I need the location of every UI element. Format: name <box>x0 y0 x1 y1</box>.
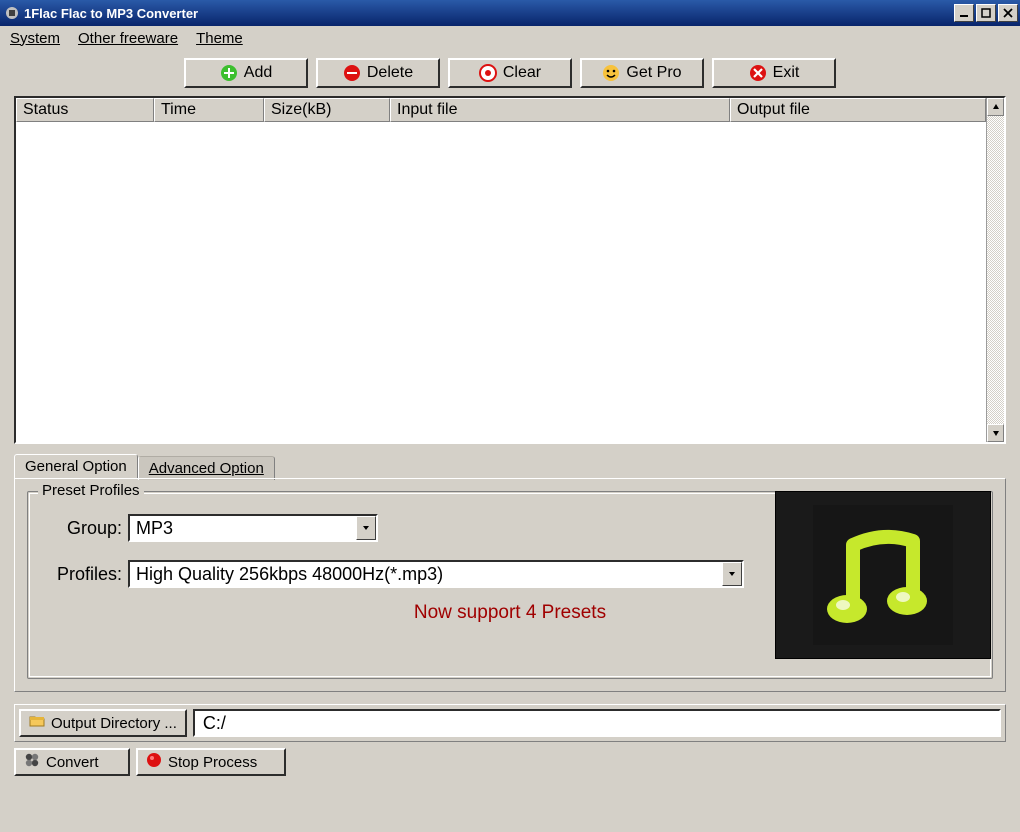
group-combo[interactable]: MP3 <box>128 514 378 542</box>
menu-other-freeware[interactable]: Other freeware <box>74 28 182 49</box>
table-header: Status Time Size(kB) Input file Output f… <box>16 98 986 122</box>
preset-profiles-legend: Preset Profiles <box>38 482 144 499</box>
output-path-input[interactable]: C:/ <box>193 709 1001 737</box>
tab-pane-general: Preset Profiles Group: MP3 Profiles: Hig… <box>14 478 1006 692</box>
delete-label: Delete <box>367 64 413 82</box>
menu-system[interactable]: System <box>6 28 64 49</box>
clear-label: Clear <box>503 64 541 82</box>
title-bar: 1Flac Flac to MP3 Converter <box>0 0 1020 26</box>
brand-logo <box>775 491 991 659</box>
scroll-up-button[interactable] <box>987 98 1004 116</box>
toolbar: Add Delete Clear Get Pro Exit <box>0 50 1020 96</box>
clear-icon <box>479 64 497 82</box>
stop-label: Stop Process <box>168 754 257 771</box>
window-controls <box>952 4 1020 22</box>
file-list: Status Time Size(kB) Input file Output f… <box>14 96 1006 444</box>
getpro-label: Get Pro <box>626 64 681 82</box>
window-title: 1Flac Flac to MP3 Converter <box>24 6 198 21</box>
profiles-combo[interactable]: High Quality 256kbps 48000Hz(*.mp3) <box>128 560 744 588</box>
convert-label: Convert <box>46 754 99 771</box>
col-size[interactable]: Size(kB) <box>264 98 390 122</box>
col-status[interactable]: Status <box>16 98 154 122</box>
add-label: Add <box>244 64 272 82</box>
stop-icon <box>146 752 162 772</box>
chevron-down-icon[interactable] <box>722 562 742 586</box>
stop-process-button[interactable]: Stop Process <box>136 748 286 776</box>
tab-general[interactable]: General Option <box>14 454 138 478</box>
add-icon <box>220 64 238 82</box>
group-value: MP3 <box>130 516 356 540</box>
maximize-button[interactable] <box>976 4 996 22</box>
clear-button[interactable]: Clear <box>448 58 572 88</box>
getpro-button[interactable]: Get Pro <box>580 58 704 88</box>
vertical-scrollbar[interactable] <box>986 98 1004 442</box>
close-button[interactable] <box>998 4 1018 22</box>
col-input[interactable]: Input file <box>390 98 730 122</box>
scroll-track[interactable] <box>987 116 1004 424</box>
getpro-icon <box>602 64 620 82</box>
exit-button[interactable]: Exit <box>712 58 836 88</box>
convert-icon <box>24 752 40 772</box>
folder-icon <box>29 714 45 732</box>
profiles-value: High Quality 256kbps 48000Hz(*.mp3) <box>130 562 722 586</box>
app-icon <box>4 5 20 21</box>
delete-button[interactable]: Delete <box>316 58 440 88</box>
delete-icon <box>343 64 361 82</box>
group-label: Group: <box>42 518 122 539</box>
scroll-down-button[interactable] <box>987 424 1004 442</box>
action-row: Convert Stop Process <box>14 748 1006 776</box>
convert-button[interactable]: Convert <box>14 748 130 776</box>
add-button[interactable]: Add <box>184 58 308 88</box>
options-area: General Option Advanced Option Preset Pr… <box>14 454 1006 692</box>
exit-icon <box>749 64 767 82</box>
profiles-label: Profiles: <box>42 564 122 585</box>
table-body[interactable] <box>16 122 986 442</box>
minimize-button[interactable] <box>954 4 974 22</box>
col-time[interactable]: Time <box>154 98 264 122</box>
col-output[interactable]: Output file <box>730 98 986 122</box>
tab-advanced[interactable]: Advanced Option <box>138 456 275 480</box>
output-row: Output Directory ... C:/ <box>14 704 1006 742</box>
chevron-down-icon[interactable] <box>356 516 376 540</box>
output-path-value: C:/ <box>203 713 226 734</box>
menu-theme[interactable]: Theme <box>192 28 247 49</box>
output-directory-label: Output Directory ... <box>51 715 177 732</box>
tabs: General Option Advanced Option <box>14 454 1006 478</box>
menu-bar: System Other freeware Theme <box>0 26 1020 50</box>
exit-label: Exit <box>773 64 800 82</box>
output-directory-button[interactable]: Output Directory ... <box>19 709 187 737</box>
